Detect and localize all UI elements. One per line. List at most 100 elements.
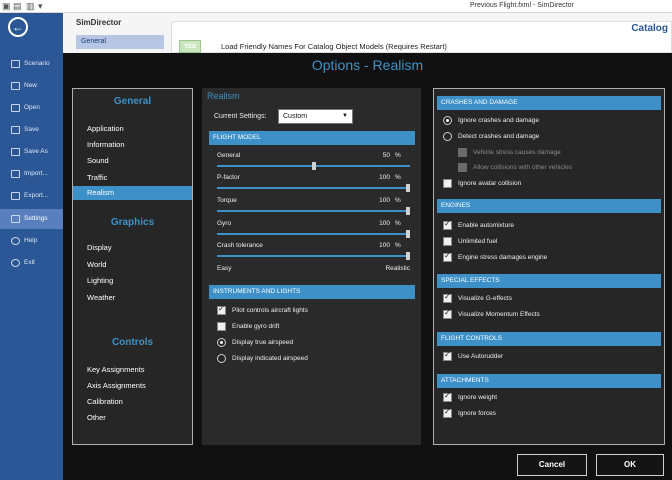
section-flight-controls: FLIGHT CONTROLS bbox=[437, 332, 661, 346]
ignore-weight-label: Ignore weight bbox=[458, 394, 498, 401]
autorudder-checkbox[interactable] bbox=[443, 350, 452, 361]
automixture-checkbox[interactable] bbox=[443, 219, 452, 230]
engine-stress-checkbox[interactable] bbox=[443, 251, 452, 262]
slider-thumb[interactable] bbox=[406, 252, 410, 260]
slider-gyro[interactable] bbox=[217, 230, 410, 238]
sidebar-item-help[interactable]: Help bbox=[0, 231, 63, 251]
nav-general[interactable]: General bbox=[76, 35, 164, 49]
ignore-avatar-label: Ignore avatar collision bbox=[458, 180, 522, 187]
yes-toggle[interactable]: YES bbox=[179, 40, 201, 53]
ignore-crashes-label: Ignore crashes and damage bbox=[458, 117, 539, 124]
exit-icon bbox=[11, 259, 20, 267]
sidebar-item-settings[interactable]: Settings bbox=[0, 209, 63, 229]
autorudder-label: Use Autorudder bbox=[458, 353, 504, 360]
window-title: Previous Flight.fxml - SimDirector bbox=[470, 2, 574, 9]
slider-thumb[interactable] bbox=[406, 230, 410, 238]
sidebar-item-import[interactable]: Import... bbox=[0, 164, 63, 184]
save-icon bbox=[11, 126, 20, 134]
category-item-calibration[interactable]: Calibration bbox=[73, 395, 192, 409]
open-icon[interactable]: ▥ bbox=[26, 1, 35, 11]
sidebar-item-open[interactable]: Open bbox=[0, 98, 63, 118]
detect-crashes-label: Detect crashes and damage bbox=[458, 133, 540, 140]
slider-torque[interactable] bbox=[217, 207, 410, 215]
slider-crash-tolerance[interactable] bbox=[217, 252, 410, 260]
section-engines: ENGINES bbox=[437, 199, 661, 213]
pilot-lights-checkbox[interactable] bbox=[217, 304, 226, 315]
allow-collisions-label: Allow collisions with other vehicles bbox=[473, 164, 572, 171]
import-icon bbox=[11, 170, 20, 178]
dialog-title: Options - Realism bbox=[311, 57, 424, 73]
save-icon[interactable]: ▤ bbox=[13, 1, 22, 11]
category-item-weather[interactable]: Weather bbox=[73, 291, 192, 305]
title-bar: ▣ ▤ ▥ ▾ Previous Flight.fxml - SimDirect… bbox=[0, 0, 672, 13]
category-item-axis-assignments[interactable]: Axis Assignments bbox=[73, 379, 192, 393]
momentum-effects-label: Visualize Momentum Effects bbox=[458, 311, 540, 318]
background-app: SimDirector General YES Load Friendly Na… bbox=[63, 13, 672, 53]
ok-button[interactable]: OK bbox=[596, 454, 664, 476]
customize-quick-access-icon[interactable]: ▾ bbox=[38, 1, 43, 11]
gear-icon bbox=[11, 215, 20, 223]
current-settings-dropdown[interactable]: Custom ▼ bbox=[278, 109, 353, 124]
sidebar-item-save-as[interactable]: Save As bbox=[0, 142, 63, 162]
category-item-other[interactable]: Other bbox=[73, 411, 192, 425]
momentum-effects-checkbox[interactable] bbox=[443, 308, 452, 319]
indicated-airspeed-label: Display indicated airspeed bbox=[232, 355, 308, 362]
current-settings-value: Custom bbox=[283, 113, 308, 120]
slider-unit-torque: % bbox=[395, 197, 401, 204]
slider-scale: Easy Realistic bbox=[217, 265, 410, 272]
indicated-airspeed-radio[interactable] bbox=[217, 354, 226, 363]
slider-thumb[interactable] bbox=[406, 207, 410, 215]
category-item-traffic[interactable]: Traffic bbox=[73, 171, 192, 185]
vehicle-stress-checkbox[interactable] bbox=[458, 148, 467, 157]
slider-value-gyro: 100 bbox=[379, 220, 390, 227]
slider-value-general: 50 bbox=[382, 152, 390, 159]
slider-label-torque: Torque bbox=[217, 197, 237, 204]
slider-unit-general: % bbox=[395, 152, 401, 159]
detect-crashes-radio[interactable] bbox=[443, 132, 452, 141]
current-settings-label: Current Settings: bbox=[214, 113, 267, 120]
category-item-realism[interactable]: Realism bbox=[73, 186, 192, 200]
slider-label-general: General bbox=[217, 152, 241, 159]
cancel-button[interactable]: Cancel bbox=[517, 454, 587, 476]
ignore-crashes-radio[interactable] bbox=[443, 116, 452, 125]
open-folder-icon bbox=[11, 104, 20, 112]
new-file-icon bbox=[11, 82, 20, 90]
slider-p-factor[interactable] bbox=[217, 184, 410, 192]
category-item-application[interactable]: Application bbox=[73, 122, 192, 136]
gyro-drift-checkbox[interactable] bbox=[217, 322, 226, 331]
ignore-forces-checkbox[interactable] bbox=[443, 407, 452, 418]
slider-thumb[interactable] bbox=[406, 184, 410, 192]
catalog-heading: Catalog bbox=[631, 23, 668, 34]
sidebar-item-exit[interactable]: Exit bbox=[0, 253, 63, 273]
slider-label-gyro: Gyro bbox=[217, 220, 232, 227]
slider-unit-crash-tolerance: % bbox=[395, 242, 401, 249]
true-airspeed-label: Display true airspeed bbox=[232, 339, 294, 346]
category-item-world[interactable]: World bbox=[73, 258, 192, 272]
allow-collisions-checkbox[interactable] bbox=[458, 163, 467, 172]
sidebar-item-new[interactable]: New bbox=[0, 76, 63, 96]
ignore-weight-checkbox[interactable] bbox=[443, 391, 452, 402]
category-item-lighting[interactable]: Lighting bbox=[73, 274, 192, 288]
scale-realistic: Realistic bbox=[385, 265, 410, 272]
ignore-avatar-checkbox[interactable] bbox=[443, 179, 452, 188]
chevron-down-icon: ▼ bbox=[342, 113, 348, 119]
category-item-information[interactable]: Information bbox=[73, 138, 192, 152]
slider-value-torque: 100 bbox=[379, 197, 390, 204]
sidebar-item-scenario[interactable]: Scenario bbox=[0, 54, 63, 74]
category-item-sound[interactable]: Sound bbox=[73, 154, 192, 168]
slider-general[interactable] bbox=[217, 162, 410, 170]
unlimited-fuel-checkbox[interactable] bbox=[443, 237, 452, 246]
slider-value-crash-tolerance: 100 bbox=[379, 242, 390, 249]
category-header-general: General bbox=[113, 96, 152, 107]
sidebar-item-save[interactable]: Save bbox=[0, 120, 63, 140]
g-effects-checkbox[interactable] bbox=[443, 292, 452, 303]
app-icon: ▣ bbox=[2, 1, 11, 11]
realism-header: Realism bbox=[207, 91, 240, 101]
slider-thumb[interactable] bbox=[312, 162, 316, 170]
category-item-key-assignments[interactable]: Key Assignments bbox=[73, 363, 192, 377]
export-icon bbox=[11, 192, 20, 200]
sidebar-item-export[interactable]: Export... bbox=[0, 186, 63, 206]
category-item-display[interactable]: Display bbox=[73, 241, 192, 255]
true-airspeed-radio[interactable] bbox=[217, 338, 226, 347]
back-arrow-icon[interactable]: ← bbox=[8, 17, 28, 37]
